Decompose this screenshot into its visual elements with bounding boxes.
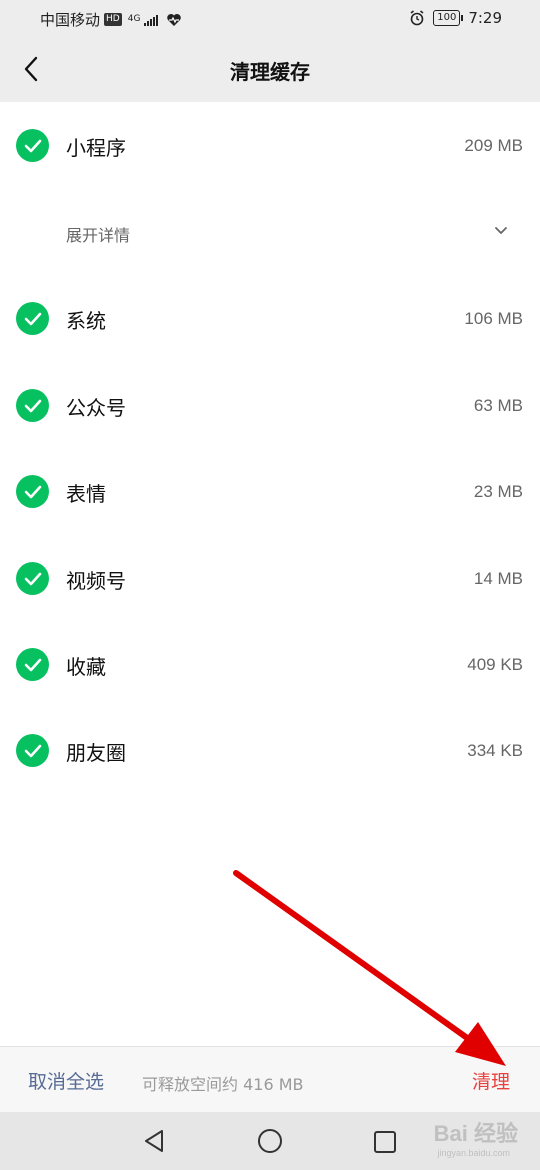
status-right: 100 7:29 bbox=[409, 9, 502, 27]
checkbox-checked[interactable] bbox=[16, 302, 49, 335]
cache-item-size: 14 MB bbox=[473, 569, 523, 588]
cache-item-channels[interactable]: 视频号 14 MB bbox=[0, 535, 540, 621]
battery-level: 100 bbox=[437, 12, 457, 23]
checkbox-checked[interactable] bbox=[16, 562, 49, 595]
hd-badge: HD bbox=[104, 13, 122, 26]
nav-home-icon[interactable] bbox=[257, 1128, 283, 1154]
deselect-all-button[interactable]: 取消全选 bbox=[28, 1067, 104, 1094]
check-icon bbox=[24, 485, 41, 498]
cache-item-moments[interactable]: 朋友圈 334 KB bbox=[0, 707, 540, 793]
check-icon bbox=[24, 658, 41, 671]
expand-details-label: 展开详情 bbox=[66, 226, 131, 245]
cache-item-label: 朋友圈 bbox=[66, 741, 126, 765]
cache-item-label: 视频号 bbox=[66, 569, 126, 593]
nav-recent-apps-icon[interactable] bbox=[373, 1130, 397, 1154]
status-left: 中国移动 HD 4G bbox=[40, 9, 182, 30]
cache-item-size: 409 KB bbox=[467, 655, 523, 674]
status-bar: 中国移动 HD 4G 100 7:29 bbox=[0, 0, 540, 38]
free-space-text: 可释放空间约 416 MB bbox=[142, 1075, 304, 1094]
cache-item-size: 63 MB bbox=[473, 396, 523, 415]
cache-item-label: 系统 bbox=[66, 309, 106, 333]
cache-item-mini-programs[interactable]: 小程序 209 MB bbox=[0, 102, 540, 188]
battery-icon: 100 bbox=[433, 10, 464, 26]
checkbox-checked[interactable] bbox=[16, 648, 49, 681]
bottom-action-bar: 取消全选 可释放空间约 416 MB 清理 bbox=[0, 1046, 540, 1112]
cache-item-system[interactable]: 系统 106 MB bbox=[0, 275, 540, 361]
expand-details-row[interactable]: 展开详情 bbox=[0, 204, 540, 260]
checkbox-checked[interactable] bbox=[16, 475, 49, 508]
cache-item-size: 23 MB bbox=[473, 482, 523, 501]
cache-item-label: 表情 bbox=[66, 482, 106, 506]
nav-back-icon[interactable] bbox=[142, 1128, 166, 1154]
cache-item-size: 106 MB bbox=[464, 309, 523, 328]
check-icon bbox=[24, 399, 41, 412]
clock: 7:29 bbox=[468, 9, 502, 27]
checkbox-checked[interactable] bbox=[16, 734, 49, 767]
page-title: 清理缓存 bbox=[230, 60, 310, 84]
checkbox-checked[interactable] bbox=[16, 129, 49, 162]
cache-item-size: 334 KB bbox=[467, 741, 523, 760]
cache-item-label: 公众号 bbox=[66, 396, 126, 420]
watermark-url: jingyan.baidu.com bbox=[437, 1148, 510, 1158]
check-icon bbox=[24, 312, 41, 325]
network-type: 4G bbox=[127, 14, 141, 24]
watermark-logo: Bai 经验 bbox=[433, 1121, 518, 1146]
cache-item-label: 小程序 bbox=[66, 136, 126, 160]
chevron-down-icon bbox=[495, 227, 507, 234]
checkbox-checked[interactable] bbox=[16, 389, 49, 422]
alarm-icon bbox=[410, 10, 424, 26]
cache-item-label: 收藏 bbox=[66, 655, 106, 679]
check-icon bbox=[24, 572, 41, 585]
cache-item-favorites[interactable]: 收藏 409 KB bbox=[0, 621, 540, 707]
check-icon bbox=[24, 139, 41, 152]
header: 清理缓存 bbox=[0, 38, 540, 102]
signal-icon bbox=[144, 14, 159, 26]
cache-item-official-accounts[interactable]: 公众号 63 MB bbox=[0, 362, 540, 448]
cache-item-stickers[interactable]: 表情 23 MB bbox=[0, 448, 540, 534]
heart-rate-icon bbox=[167, 13, 182, 26]
cache-item-size: 209 MB bbox=[464, 136, 523, 155]
carrier-name: 中国移动 bbox=[40, 11, 101, 29]
check-icon bbox=[24, 744, 41, 757]
clean-button[interactable]: 清理 bbox=[472, 1067, 510, 1094]
